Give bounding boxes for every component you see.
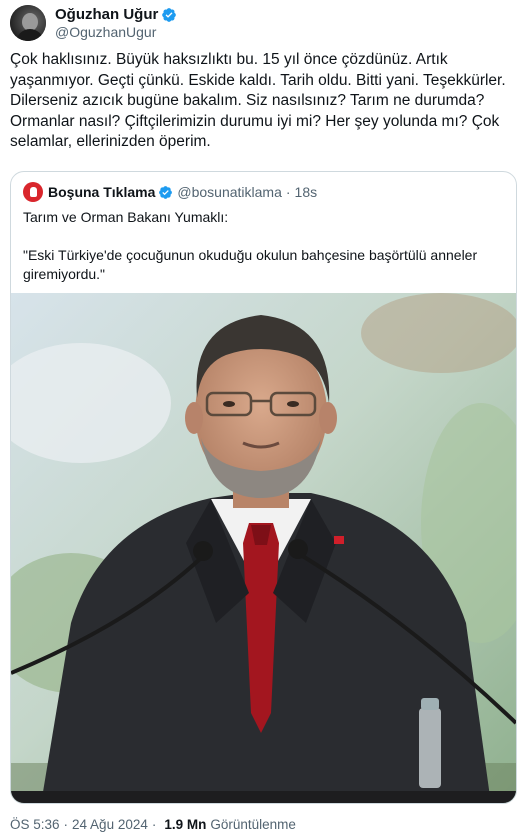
quote-display-name[interactable]: Boşuna Tıklama [48,184,155,200]
minister-photo-illustration [11,293,516,803]
quote-timestamp[interactable]: 18s [295,184,318,200]
quote-separator: · [285,184,291,200]
quote-text-line1: Tarım ve Orman Bakanı Yumaklı: [23,209,229,225]
author-names: Oğuzhan Uğur @OguzhanUgur [55,6,177,41]
quoted-tweet[interactable]: Boşuna Tıklama @bosunatiklama · 18s Tarı… [10,171,517,804]
hand-stop-icon[interactable] [23,182,43,202]
tweet-text: Çok haklısınız. Büyük haksızlıktı bu. 15… [10,51,506,150]
author-handle[interactable]: @OguzhanUgur [55,24,177,41]
verified-badge-icon [162,7,177,22]
quote-text-line2: "Eski Türkiye'de çocuğunun okuduğu okulu… [23,247,478,282]
tweet-header: Oğuzhan Uğur @OguzhanUgur [10,3,177,43]
quote-header: Boşuna Tıklama @bosunatiklama · 18s [23,182,317,202]
author-name-row: Oğuzhan Uğur [55,6,177,24]
quote-photo[interactable] [11,293,516,803]
quote-handle[interactable]: @bosunatiklama [177,184,282,200]
author-display-name[interactable]: Oğuzhan Uğur [55,6,158,24]
author-avatar[interactable] [10,5,46,41]
quote-text: Tarım ve Orman Bakanı Yumaklı: "Eski Tür… [23,208,505,284]
verified-badge-icon [159,185,173,199]
